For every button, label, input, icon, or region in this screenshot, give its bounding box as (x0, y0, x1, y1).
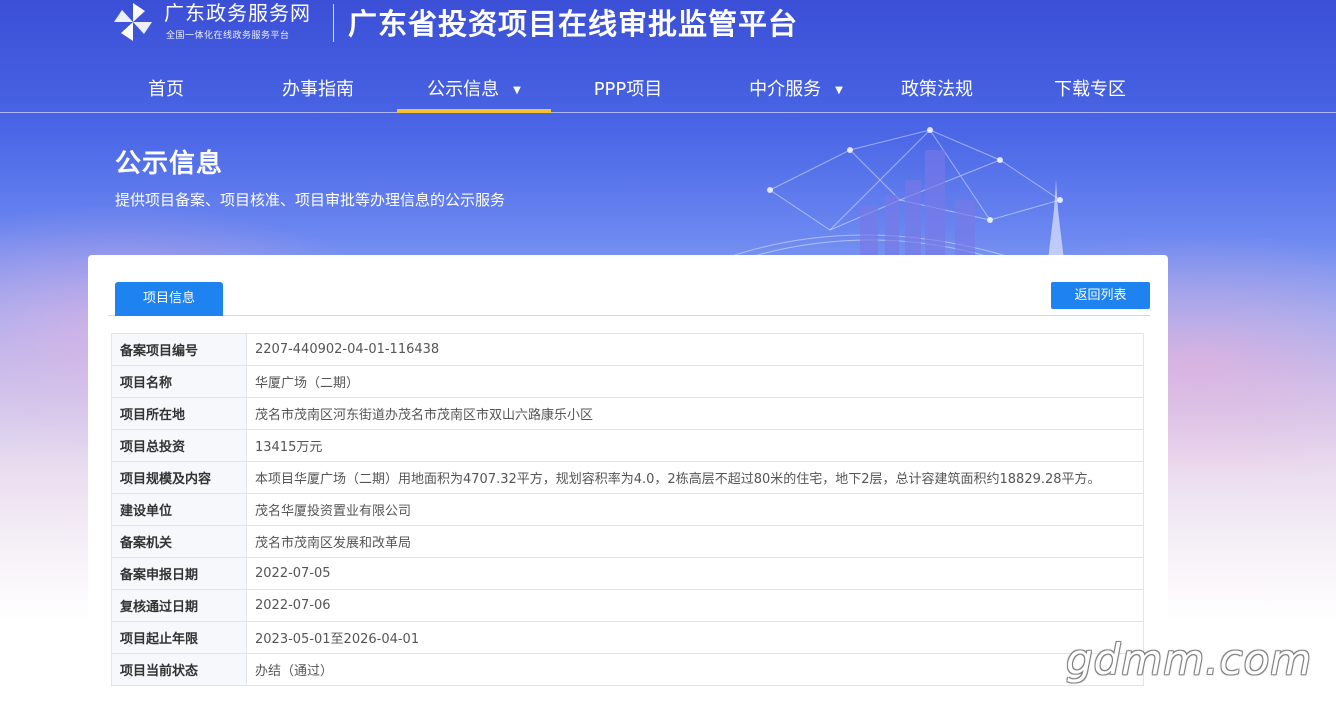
field-value: 2207-440902-04-01-116438 (246, 333, 1144, 366)
field-label: 项目规模及内容 (111, 461, 247, 494)
tab-project-info[interactable]: 项目信息 (115, 282, 223, 316)
field-label: 备案机关 (111, 525, 247, 558)
logo-title: 广东政务服务网 (164, 1, 311, 25)
table-row: 项目当前状态 办结（通过） (111, 653, 1144, 686)
field-value: 华厦广场（二期） (246, 365, 1144, 398)
table-row: 复核通过日期 2022-07-06 (111, 589, 1144, 622)
nav-item-label: 首页 (148, 79, 184, 100)
nav-item-ppp[interactable]: PPP项目 (578, 70, 678, 112)
table-row: 项目所在地 茂名市茂南区河东街道办茂名市茂南区市双山六路康乐小区 (111, 397, 1144, 430)
field-value: 2022-07-06 (246, 589, 1144, 622)
field-value: 2023-05-01至2026-04-01 (246, 621, 1144, 654)
table-row: 项目名称 华厦广场（二期） (111, 365, 1144, 398)
field-value: 茂名市茂南区发展和改革局 (246, 525, 1144, 558)
table-row: 项目总投资 13415万元 (111, 429, 1144, 462)
field-label: 项目名称 (111, 365, 247, 398)
header-divider (333, 4, 334, 42)
table-row: 项目起止年限 2023-05-01至2026-04-01 (111, 621, 1144, 654)
field-value: 13415万元 (246, 429, 1144, 462)
nav-item-label: 中介服务 (749, 79, 822, 100)
field-label: 备案申报日期 (111, 557, 247, 590)
field-value: 茂名市茂南区河东街道办茂名市茂南区市双山六路康乐小区 (246, 397, 1144, 430)
table-row: 备案机关 茂名市茂南区发展和改革局 (111, 525, 1144, 558)
main-nav: 首页 办事指南 公示信息 ▼ PPP项目 中介服务 ▼ 政策法规 下载专区 (0, 70, 1336, 113)
gd-gov-service-logo[interactable]: 广东政务服务网 全国一体化在线政务服务平台 (112, 0, 322, 44)
caret-down-icon: ▼ (513, 85, 521, 96)
table-row: 项目规模及内容 本项目华厦广场（二期）用地面积为4707.32平方，规划容积率为4… (111, 461, 1144, 494)
table-row: 备案申报日期 2022-07-05 (111, 557, 1144, 590)
nav-item-policy[interactable]: 政策法规 (887, 70, 987, 112)
logo-pinwheel-icon (114, 3, 152, 41)
tab-divider (108, 315, 1150, 316)
field-label: 复核通过日期 (111, 589, 247, 622)
back-to-list-button[interactable]: 返回列表 (1051, 282, 1150, 309)
nav-item-label: 办事指南 (282, 79, 354, 100)
field-label: 建设单位 (111, 493, 247, 526)
nav-item-label: PPP项目 (593, 79, 663, 100)
site-watermark: gdmm.com (1066, 635, 1313, 684)
field-value: 本项目华厦广场（二期）用地面积为4707.32平方，规划容积率为4.0，2栋高层… (246, 461, 1144, 494)
platform-title: 广东省投资项目在线审批监管平台 (348, 7, 799, 41)
project-info-table: 备案项目编号 2207-440902-04-01-116438 项目名称 华厦广场（… (111, 333, 1144, 686)
nav-item-public-info[interactable]: 公示信息 ▼ (397, 70, 551, 113)
project-info-panel: 项目信息 返回列表 备案项目编号 2207-440902-04-01-116438… (88, 255, 1168, 724)
caret-down-icon: ▼ (835, 85, 843, 96)
field-label: 项目所在地 (111, 397, 247, 430)
nav-item-downloads[interactable]: 下载专区 (1040, 70, 1140, 112)
logo-subtitle: 全国一体化在线政务服务平台 (166, 31, 290, 41)
nav-item-home[interactable]: 首页 (118, 70, 214, 112)
page-title: 公示信息 (115, 149, 224, 179)
field-label: 项目总投资 (111, 429, 247, 462)
nav-item-intermediary[interactable]: 中介服务 ▼ (730, 70, 862, 112)
nav-item-guide[interactable]: 办事指南 (268, 70, 368, 112)
field-value: 2022-07-05 (246, 557, 1144, 590)
nav-item-label: 公示信息 (427, 79, 500, 100)
field-value: 办结（通过） (246, 653, 1144, 686)
field-label: 项目起止年限 (111, 621, 247, 654)
nav-item-label: 下载专区 (1054, 79, 1126, 100)
page-description: 提供项目备案、项目核准、项目审批等办理信息的公示服务 (115, 191, 506, 209)
table-row: 备案项目编号 2207-440902-04-01-116438 (111, 333, 1144, 366)
nav-item-label: 政策法规 (901, 79, 973, 100)
field-value: 茂名华厦投资置业有限公司 (246, 493, 1144, 526)
field-label: 备案项目编号 (111, 333, 247, 366)
table-row: 建设单位 茂名华厦投资置业有限公司 (111, 493, 1144, 526)
field-label: 项目当前状态 (111, 653, 247, 686)
tower-illustration (1048, 180, 1064, 260)
top-header: 广东政务服务网 全国一体化在线政务服务平台 广东省投资项目在线审批监管平台 (0, 0, 1336, 50)
